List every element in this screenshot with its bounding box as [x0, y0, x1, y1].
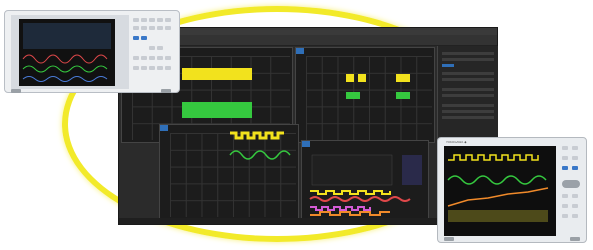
- trace-green: [447, 175, 547, 185]
- device-key[interactable]: [572, 214, 578, 218]
- device-key[interactable]: [157, 26, 163, 30]
- device-key[interactable]: [133, 18, 139, 22]
- device-foot: [444, 237, 454, 241]
- waveform-panel-2[interactable]: [295, 47, 435, 143]
- device-key[interactable]: [165, 18, 171, 22]
- oscilloscope-device: YOKOGAWA ◆: [437, 137, 587, 243]
- device-key[interactable]: [562, 156, 568, 160]
- device-key-blue[interactable]: [572, 166, 578, 170]
- device-key[interactable]: [149, 46, 155, 50]
- device-key[interactable]: [562, 204, 568, 208]
- device-key[interactable]: [141, 26, 147, 30]
- device-key-blue[interactable]: [141, 36, 147, 40]
- device-key[interactable]: [165, 56, 171, 60]
- trace-yellow-pulse: [396, 74, 410, 82]
- waveform-panel-3[interactable]: [159, 124, 299, 220]
- trace-yellow-pulse: [346, 74, 354, 82]
- trace-orange: [310, 211, 390, 216]
- trace-blue: [22, 76, 108, 82]
- property-row[interactable]: [442, 88, 494, 91]
- device-key[interactable]: [562, 214, 568, 218]
- device-key[interactable]: [157, 56, 163, 60]
- readout-table: [23, 23, 111, 49]
- oscilloscope-traces: [447, 154, 549, 222]
- device-screen: [19, 19, 115, 86]
- property-row[interactable]: [442, 116, 494, 119]
- trace-yellow-band: [182, 68, 252, 80]
- trace-yellow-band: [448, 210, 548, 222]
- device-key[interactable]: [562, 146, 568, 150]
- trace-yellow: [448, 154, 539, 161]
- device-key-blue[interactable]: [562, 166, 568, 170]
- trace-magenta: [310, 206, 371, 211]
- device-foot: [570, 237, 580, 241]
- device-key[interactable]: [165, 66, 171, 70]
- data-table: [311, 154, 393, 186]
- device-key[interactable]: [141, 56, 147, 60]
- device-key[interactable]: [149, 66, 155, 70]
- property-row[interactable]: [442, 110, 494, 113]
- property-row[interactable]: [442, 72, 494, 75]
- trace-yellow-pulse: [358, 74, 366, 82]
- trace-red: [22, 54, 108, 64]
- device-key[interactable]: [133, 56, 139, 60]
- trace-green-band: [182, 102, 252, 118]
- property-row[interactable]: [442, 94, 494, 97]
- trace-yellow-square: [310, 190, 391, 195]
- device-key[interactable]: [572, 194, 578, 198]
- trace-green-sine: [229, 150, 291, 160]
- device-key[interactable]: [141, 18, 147, 22]
- device-foot: [161, 89, 171, 93]
- device-key[interactable]: [562, 194, 568, 198]
- trace-green: [22, 65, 108, 73]
- device-key[interactable]: [133, 26, 139, 30]
- oscilloscope-screen: [444, 146, 556, 236]
- device-key[interactable]: [141, 66, 147, 70]
- waveform-panel-4[interactable]: [301, 140, 429, 220]
- device-keypad: [131, 16, 177, 89]
- trace-green-pulse: [396, 92, 410, 99]
- device-key[interactable]: [157, 66, 163, 70]
- device-key-blue[interactable]: [133, 36, 139, 40]
- waveform-traces-2: [346, 74, 410, 99]
- waveform-traces-4: [309, 154, 422, 216]
- property-row[interactable]: [442, 104, 494, 107]
- trace-orange: [447, 187, 549, 207]
- device-key[interactable]: [157, 46, 163, 50]
- device-key[interactable]: [157, 18, 163, 22]
- mini-plot: [402, 155, 422, 185]
- trace-green-pulse: [346, 92, 360, 99]
- device-foot: [11, 89, 21, 93]
- trace-yellow-square: [230, 131, 284, 140]
- device-screen-traces: [22, 23, 111, 82]
- property-row[interactable]: [442, 58, 494, 61]
- device-brand-logo: YOKOGAWA ◆: [446, 140, 467, 144]
- device-key[interactable]: [149, 56, 155, 60]
- device-key[interactable]: [572, 156, 578, 160]
- trace-red: [309, 196, 411, 202]
- device-key[interactable]: [149, 26, 155, 30]
- device-key[interactable]: [572, 146, 578, 150]
- property-row[interactable]: [442, 78, 494, 81]
- power-analyzer-device: YOKOGAWA ◆: [4, 10, 180, 93]
- waveform-traces-3: [229, 131, 291, 160]
- device-key[interactable]: [165, 26, 171, 30]
- property-row[interactable]: [442, 52, 494, 55]
- oscilloscope-keypad: [560, 144, 584, 239]
- device-key[interactable]: [572, 204, 578, 208]
- rotary-knob[interactable]: [562, 180, 580, 188]
- device-key[interactable]: [149, 18, 155, 22]
- property-selected[interactable]: [442, 64, 454, 67]
- device-key[interactable]: [133, 66, 139, 70]
